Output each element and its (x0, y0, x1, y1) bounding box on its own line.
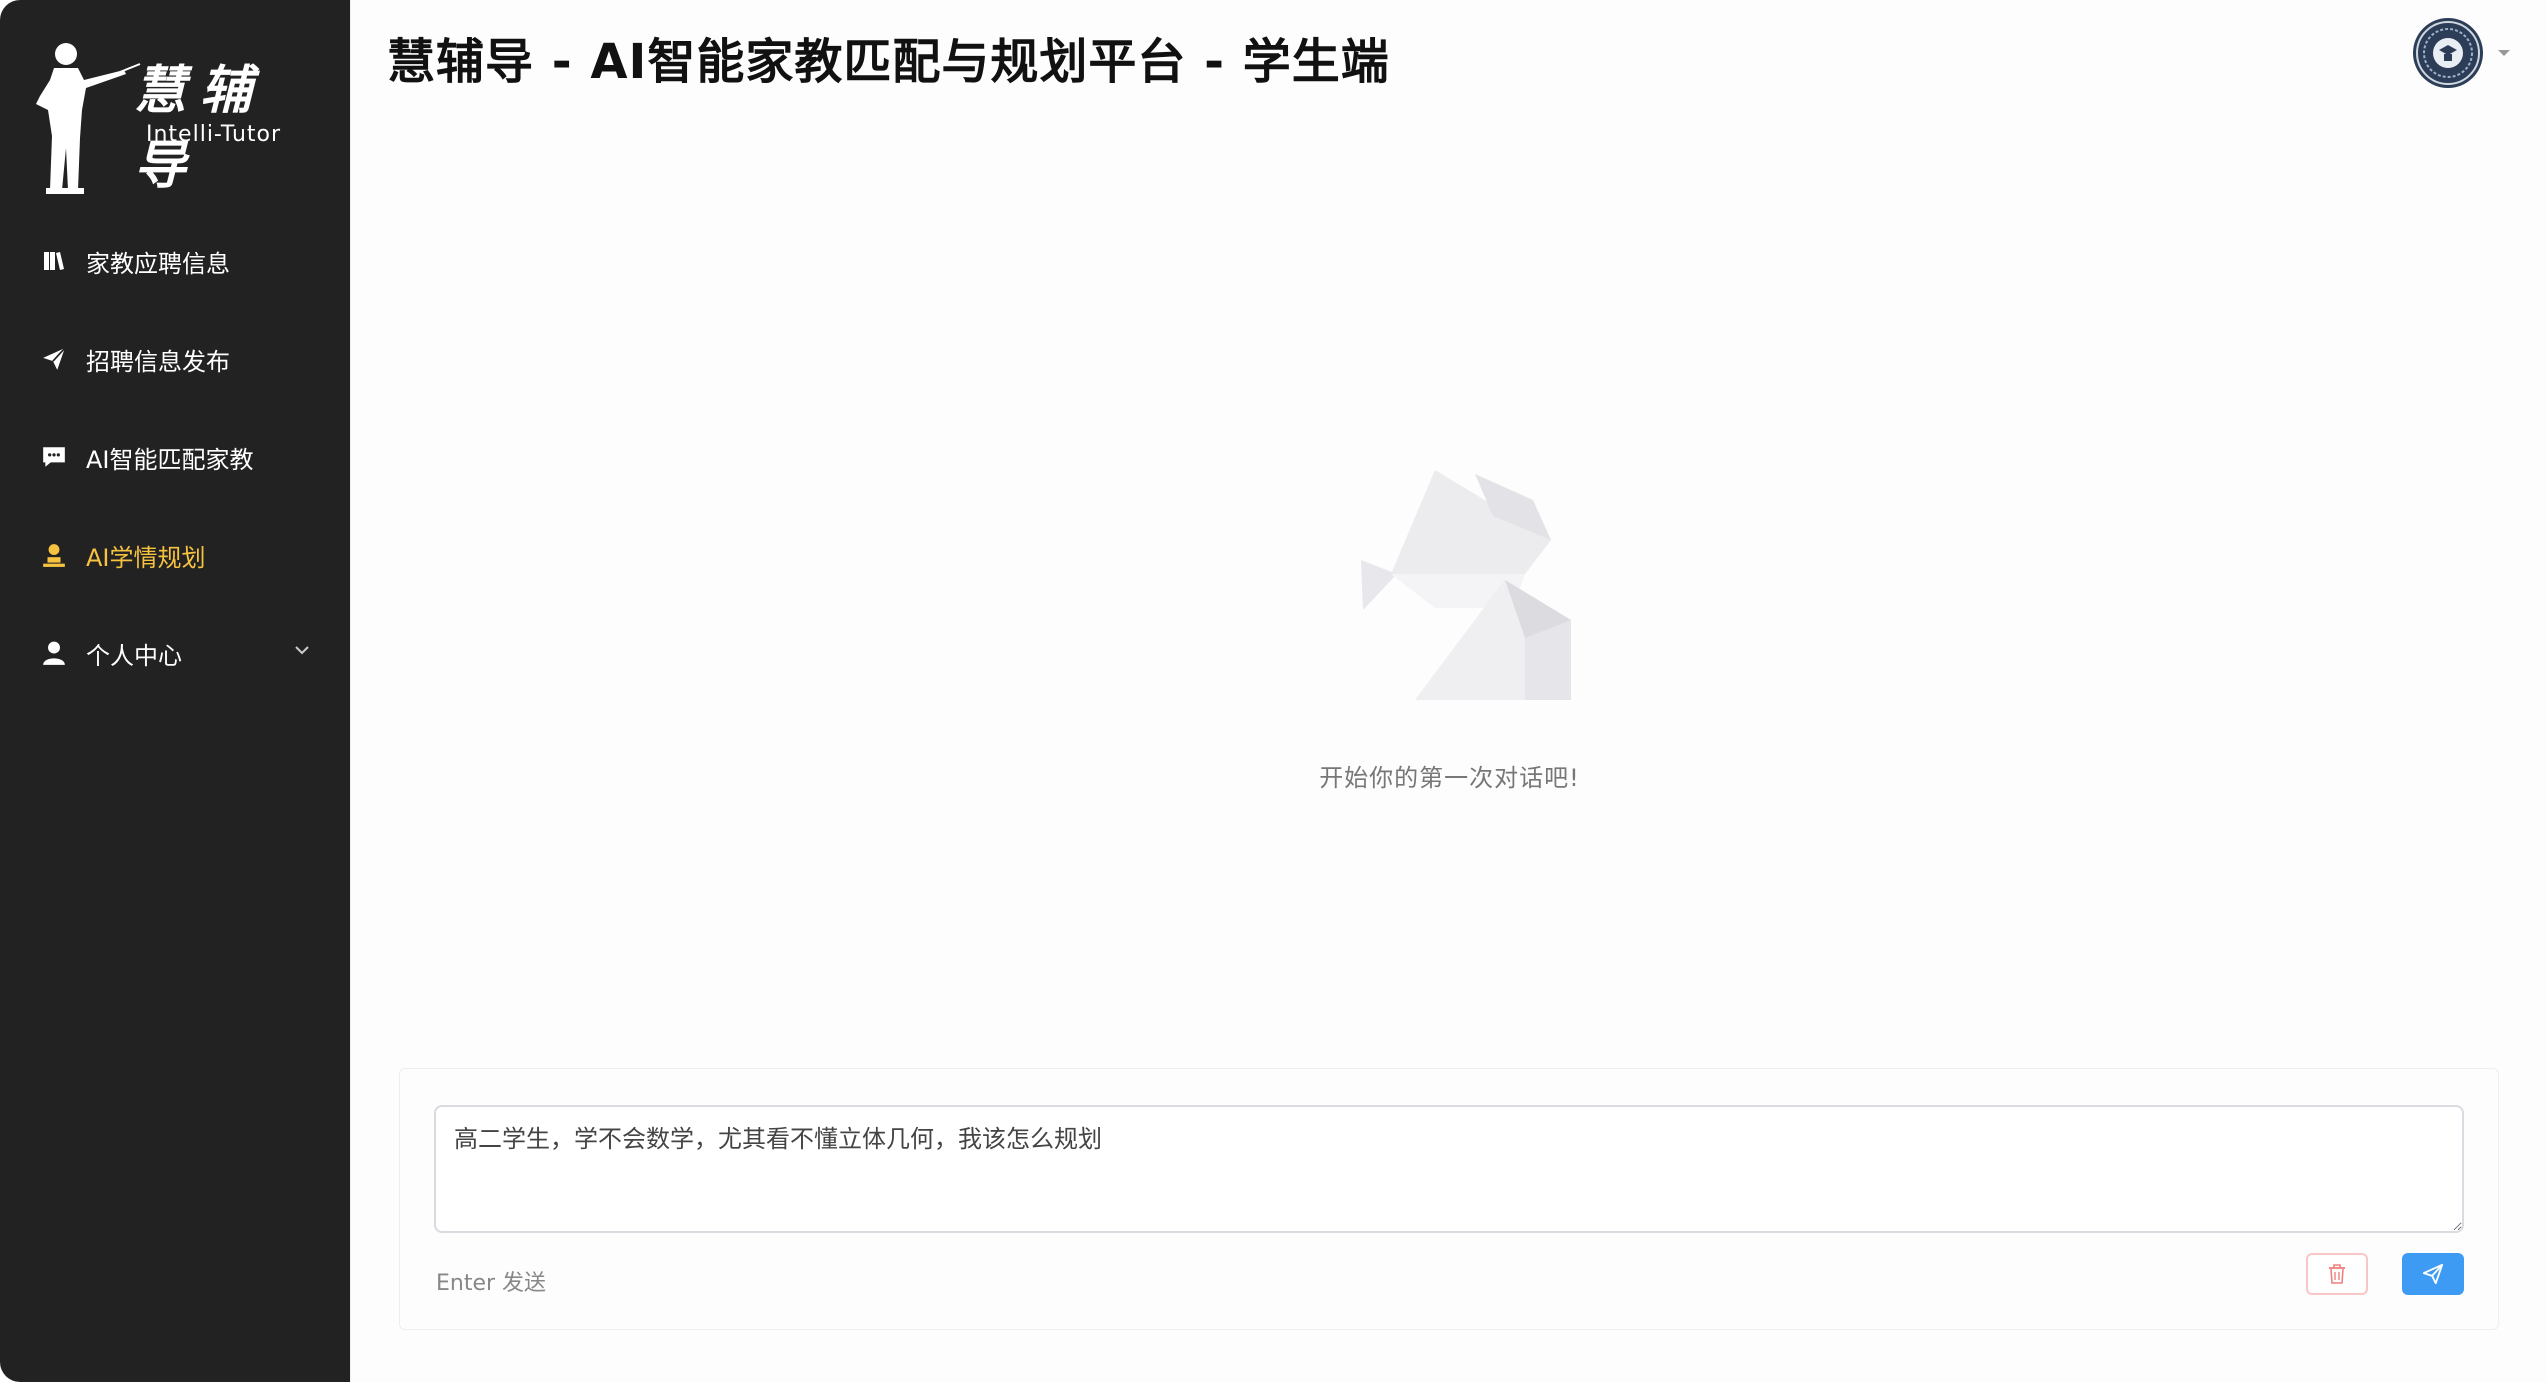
sidebar-item-ai-study-plan[interactable]: AI学情规划 (0, 506, 350, 604)
person-icon (40, 639, 68, 667)
sidebar-item-label: 个人中心 (86, 641, 182, 670)
clear-chat-button[interactable] (2306, 1253, 2368, 1295)
teacher-silhouette-icon (36, 43, 141, 194)
chevron-down-icon[interactable] (292, 640, 312, 660)
send-hint: Enter 发送 (436, 1271, 547, 1296)
sidebar-item-label: AI智能匹配家教 (86, 445, 254, 474)
brand-name-en: Intelli-Tutor (146, 122, 282, 147)
sidebar-item-ai-match[interactable]: AI智能匹配家教 (0, 408, 350, 506)
send-icon (2422, 1263, 2444, 1285)
chat-icon (40, 443, 68, 471)
sidebar-item-post-recruitment[interactable]: 招聘信息发布 (0, 310, 350, 408)
trash-icon (2329, 1264, 2345, 1284)
book-icon (40, 247, 68, 275)
empty-state: 开始你的第一次对话吧! (351, 460, 2547, 793)
sidebar-item-label: 家教应聘信息 (86, 249, 230, 278)
chat-composer: Enter 发送 (399, 1068, 2499, 1330)
page-title: 慧辅导 - AI智能家教匹配与规划平台 - 学生端 (387, 34, 1390, 90)
sidebar: 慧辅导 Intelli-Tutor 家教应聘信息 招聘信息发布 AI智能匹配家教… (0, 0, 350, 1382)
caret-down-icon[interactable] (2497, 48, 2511, 58)
send-button[interactable] (2402, 1253, 2464, 1295)
sidebar-menu: 家教应聘信息 招聘信息发布 AI智能匹配家教 AI学情规划 个人中心 (0, 212, 350, 702)
main-content: 慧辅导 - AI智能家教匹配与规划平台 - 学生端 开始你的第一次对话吧! 高二… (350, 0, 2547, 1382)
chat-input[interactable] (434, 1105, 2464, 1233)
sidebar-item-tutor-applications[interactable]: 家教应聘信息 (0, 212, 350, 310)
user-stamp-icon (40, 541, 68, 569)
user-menu[interactable] (2413, 18, 2511, 88)
avatar[interactable] (2413, 18, 2483, 88)
sidebar-item-label: AI学情规划 (86, 543, 206, 572)
send-icon (40, 345, 68, 373)
university-seal-icon (2416, 21, 2480, 85)
app-window: 慧辅导 Intelli-Tutor 家教应聘信息 招聘信息发布 AI智能匹配家教… (0, 0, 2547, 1382)
empty-state-text: 开始你的第一次对话吧! (1319, 764, 1580, 792)
logo: 慧辅导 Intelli-Tutor (32, 40, 322, 200)
sidebar-item-label: 招聘信息发布 (86, 347, 230, 376)
empty-origami-icon (1360, 470, 1571, 700)
sidebar-item-personal-center[interactable]: 个人中心 (0, 604, 350, 702)
